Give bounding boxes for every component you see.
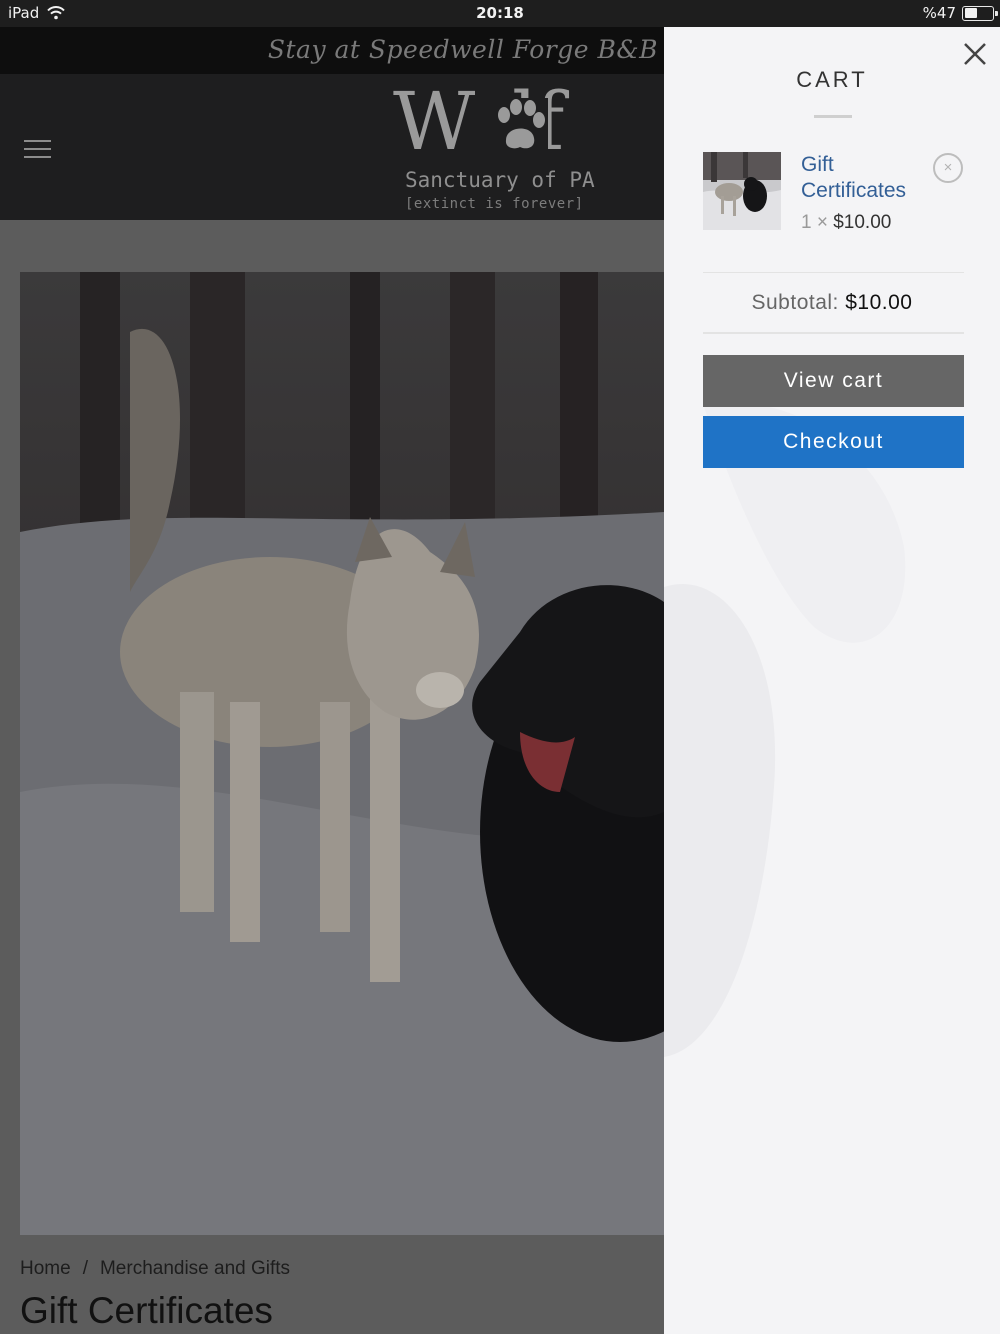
- item-quantity: 1 ×: [801, 212, 828, 233]
- view-cart-button[interactable]: View cart: [703, 355, 964, 407]
- promo-link[interactable]: Stay at Speedwell Forge B&B: [268, 35, 658, 64]
- status-bar: iPad 20:18 %47: [0, 0, 1000, 27]
- subtotal-label: Subtotal:: [751, 291, 839, 314]
- breadcrumb: Home / Merchandise and Gifts: [20, 1258, 290, 1280]
- logo-subtitle: Sanctuary of PA: [405, 168, 595, 192]
- subtotal: Subtotal: $10.00: [664, 291, 1000, 315]
- title-divider: [814, 115, 852, 118]
- battery-icon: [962, 5, 998, 21]
- menu-icon[interactable]: [24, 140, 51, 160]
- remove-item-button[interactable]: ×: [933, 153, 963, 183]
- product-title: Gift Certificates: [20, 1290, 273, 1331]
- divider: [703, 332, 964, 334]
- breadcrumb-separator: /: [82, 1258, 88, 1279]
- promo-strip: Stay at Speedwell Forge B&B: [0, 27, 664, 74]
- checkout-button[interactable]: Checkout: [703, 416, 964, 468]
- close-icon[interactable]: [962, 41, 988, 67]
- breadcrumb-category[interactable]: Merchandise and Gifts: [100, 1258, 290, 1279]
- logo-tagline: [extinct is forever]: [405, 196, 584, 212]
- site-background: Stay at Speedwell Forge B&B Wolf Sanctua…: [0, 27, 664, 1334]
- site-header: Wolf Sanctuary of PA [extinct is forever…: [0, 74, 664, 220]
- site-logo[interactable]: Wolf Sanctuary of PA [extinct is forever…: [385, 82, 625, 213]
- paw-icon: [492, 98, 548, 154]
- subtotal-amount: $10.00: [845, 291, 913, 314]
- item-price: $10.00: [833, 212, 892, 233]
- divider: [703, 272, 964, 273]
- product-page: Home / Merchandise and Gifts Gift Certific…: [0, 220, 664, 1334]
- breadcrumb-home[interactable]: Home: [20, 1258, 71, 1279]
- item-quantity-price: 1 × $10.00: [801, 212, 891, 234]
- item-thumbnail[interactable]: [703, 152, 781, 230]
- cart-title: CART: [796, 67, 868, 92]
- item-name-link[interactable]: Gift Certificates: [801, 152, 931, 204]
- cart-drawer: CART Gift Certificates 1 × $10.00 × Subt…: [664, 27, 1000, 1334]
- battery-percent: %47: [922, 4, 956, 22]
- product-image: [20, 272, 664, 1235]
- remove-icon: ×: [943, 159, 953, 176]
- clock: 20:18: [476, 4, 524, 22]
